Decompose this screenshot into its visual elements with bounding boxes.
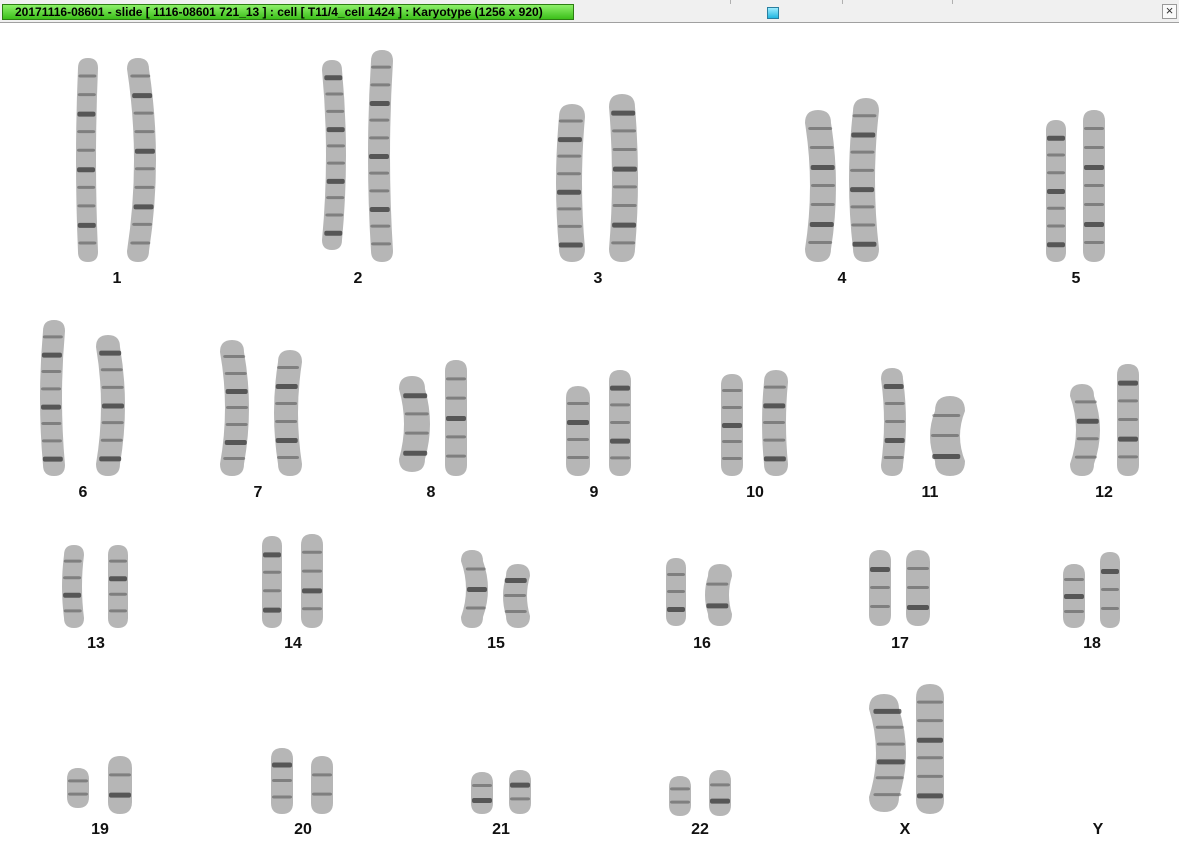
- chromosome-label-12: 12: [1095, 484, 1113, 501]
- chromosome-label-1: 1: [112, 270, 122, 287]
- window-title[interactable]: 20171116-08601 - slide [ 1116-08601 721_…: [2, 4, 574, 20]
- chromosome-shape: [1117, 364, 1139, 476]
- chromosome-shape: [1070, 384, 1100, 476]
- chromosome-shape: [556, 104, 585, 262]
- chromosome-shape: [1083, 110, 1105, 262]
- chromosome-shape: [916, 684, 944, 814]
- chromosome-shape: [666, 558, 686, 626]
- chromosome-label-x: X: [899, 821, 911, 838]
- chromosome-shape: [322, 60, 346, 250]
- chromosome-shape: [930, 396, 965, 476]
- chromosome-shape: [1100, 552, 1120, 628]
- chromosome-label-16: 16: [693, 635, 711, 652]
- chromosome-shape: [368, 50, 393, 262]
- chromosome-shape: [301, 534, 323, 628]
- chromosome-shape: [127, 58, 156, 262]
- chromosome-shape: [108, 756, 132, 814]
- chromosome-label-22: 22: [691, 821, 709, 838]
- chromosome-label-15: 15: [487, 635, 505, 652]
- chromosome-shape: [108, 545, 128, 628]
- chromosome-label-17: 17: [891, 635, 909, 652]
- chromosome-shape: [62, 545, 84, 628]
- chromosome-shape: [869, 550, 891, 626]
- chromosome-shape: [609, 370, 631, 476]
- chromosome-shape: [271, 748, 293, 814]
- chromosome-label-8: 8: [426, 484, 436, 501]
- chromosome-label-14: 14: [284, 635, 302, 652]
- chromosome-label-21: 21: [492, 821, 510, 838]
- window-titlebar: 20171116-08601 - slide [ 1116-08601 721_…: [0, 0, 1179, 23]
- chromosome-shape: [503, 564, 530, 628]
- chromosome-shape: [67, 768, 89, 808]
- chromosome-label-10: 10: [746, 484, 764, 501]
- chromosome-label-20: 20: [294, 821, 312, 838]
- chromosome-shape: [1046, 120, 1066, 262]
- chromosome-shape: [609, 94, 638, 262]
- chromosome-label-18: 18: [1083, 635, 1101, 652]
- chromosome-label-y: Y: [1092, 821, 1104, 838]
- scroll-position-marker[interactable]: [767, 7, 779, 19]
- chromosome-shape: [311, 756, 333, 814]
- chromosome-shape: [274, 350, 302, 476]
- chromosome-label-11: 11: [921, 484, 939, 501]
- chromosome-shape: [906, 550, 930, 626]
- chromosome-shape: [76, 58, 98, 262]
- chromosome-label-19: 19: [91, 821, 109, 838]
- chromosome-label-3: 3: [593, 270, 603, 287]
- chromosome-shape: [762, 370, 788, 476]
- chromosome-shape: [881, 368, 906, 476]
- chromosome-label-9: 9: [589, 484, 599, 501]
- chromosome-label-6: 6: [78, 484, 88, 501]
- chromosome-label-13: 13: [87, 635, 105, 652]
- chromosome-shape: [445, 360, 467, 476]
- chromosome-shape: [262, 536, 282, 628]
- chromosome-shape: [705, 564, 732, 626]
- chromosome-shape: [40, 320, 65, 476]
- chromosome-shape: [709, 770, 731, 816]
- chromosome-shape: [869, 694, 906, 812]
- chromosome-label-7: 7: [253, 484, 263, 501]
- chromosome-shape: [1063, 564, 1085, 628]
- chromosome-label-2: 2: [353, 270, 363, 287]
- chromosome-label-5: 5: [1071, 270, 1081, 287]
- chromosome-shape: [96, 335, 125, 476]
- chromosome-shape: [399, 376, 430, 472]
- close-button[interactable]: ×: [1162, 4, 1177, 19]
- chromosome-shape: [721, 374, 743, 476]
- chromosome-shape: [669, 776, 691, 816]
- chromosome-shape: [461, 550, 488, 628]
- chromosome-shape: [471, 772, 493, 814]
- chromosome-shape: [805, 110, 836, 262]
- chromosome-label-4: 4: [837, 270, 847, 287]
- chromosome-shape: [566, 386, 590, 476]
- chromosome-shape: [220, 340, 249, 476]
- karyogram-image: [40, 50, 1139, 816]
- chromosome-shape: [849, 98, 879, 262]
- ruler-tick: [952, 0, 953, 4]
- ruler-tick: [730, 0, 731, 4]
- ruler-tick: [842, 0, 843, 4]
- chromosome-shape: [509, 770, 531, 814]
